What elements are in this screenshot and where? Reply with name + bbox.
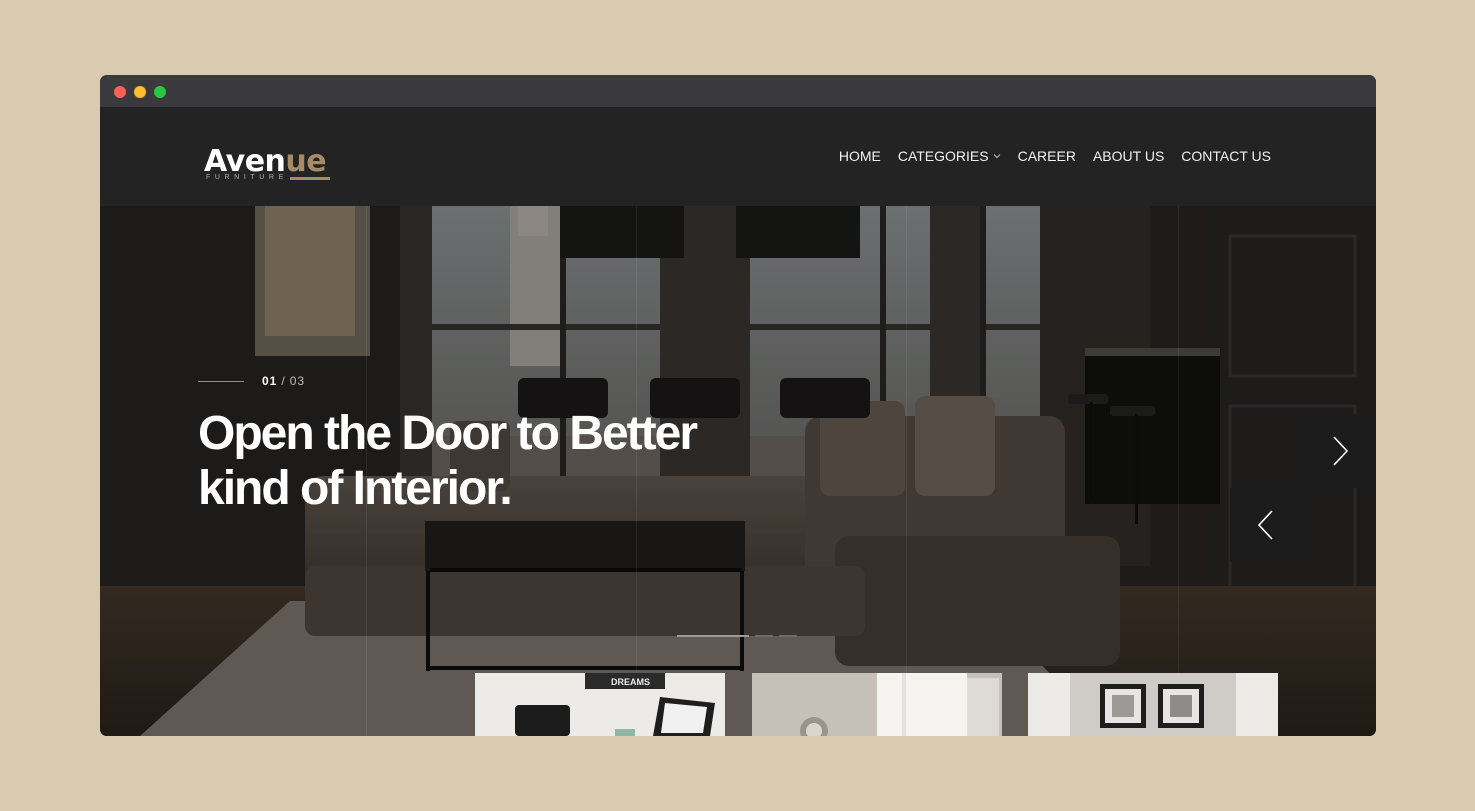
thumbnail-image-frames (1028, 673, 1278, 736)
slide-dot-3[interactable] (779, 635, 797, 637)
window-titlebar (100, 75, 1376, 107)
chevron-right-icon (1333, 436, 1349, 466)
hero-title-line1: Open the Door to Better (198, 407, 698, 460)
nav-about-label: ABOUT US (1092, 148, 1165, 164)
thumb-sign-text: DREAMS (611, 677, 650, 687)
nav-career-label: CAREER (1017, 148, 1076, 164)
nav-categories-label: CATEGORIES (897, 148, 989, 164)
slide-separator: / (281, 374, 286, 388)
nav-categories[interactable]: CATEGORIES (898, 147, 1001, 165)
chevron-left-icon (1257, 510, 1273, 540)
close-window-button[interactable] (114, 86, 126, 98)
thumbnail-office[interactable]: DREAMS (475, 673, 725, 736)
thumbnail-framed-photos[interactable] (1028, 673, 1278, 736)
slide-dot-1[interactable] (677, 635, 749, 637)
chevron-down-icon (993, 154, 1000, 159)
thumbnail-image-mirror (752, 673, 1002, 736)
counter-line (198, 380, 244, 382)
slide-pagination (677, 635, 797, 637)
hero-slider: 01 / 03 Open the Door to Better kind of I… (100, 206, 1376, 736)
logo-tagline: FURNITURE (206, 174, 288, 181)
nav-contact-us[interactable]: CONTACT US (1181, 147, 1271, 165)
prev-slide-button[interactable] (1230, 488, 1302, 562)
site-header: Avenue FURNITURE HOME CATEGORIES CAREER … (100, 107, 1376, 206)
nav-home-label: HOME (838, 148, 881, 164)
nav-about-us[interactable]: ABOUT US (1093, 147, 1164, 165)
thumbnail-mirror-room[interactable] (752, 673, 1002, 736)
thumbnail-image-office: DREAMS (475, 673, 725, 736)
logo-name-accent: ue (285, 144, 327, 179)
hero-title: Open the Door to Better kind of Interior. (198, 406, 838, 516)
minimize-window-button[interactable] (134, 86, 146, 98)
slide-dot-2[interactable] (755, 635, 773, 637)
browser-window: Avenue FURNITURE HOME CATEGORIES CAREER … (100, 75, 1376, 736)
nav-contact-label: CONTACT US (1181, 148, 1271, 164)
grid-line (906, 206, 907, 736)
nav-home[interactable]: HOME (839, 147, 881, 165)
next-slide-button[interactable] (1304, 414, 1376, 488)
maximize-window-button[interactable] (154, 86, 166, 98)
hero-title-line2: kind of Interior. (198, 462, 513, 515)
grid-line (1178, 206, 1179, 736)
nav-career[interactable]: CAREER (1018, 147, 1076, 165)
slide-current: 01 (262, 374, 278, 388)
brand-logo[interactable]: Avenue FURNITURE (204, 145, 334, 185)
main-nav: HOME CATEGORIES CAREER ABOUT US CONTACT … (839, 147, 1271, 165)
slide-counter: 01 / 03 (198, 374, 305, 388)
slide-total: 03 (289, 374, 306, 388)
logo-accent-bar (290, 177, 330, 180)
